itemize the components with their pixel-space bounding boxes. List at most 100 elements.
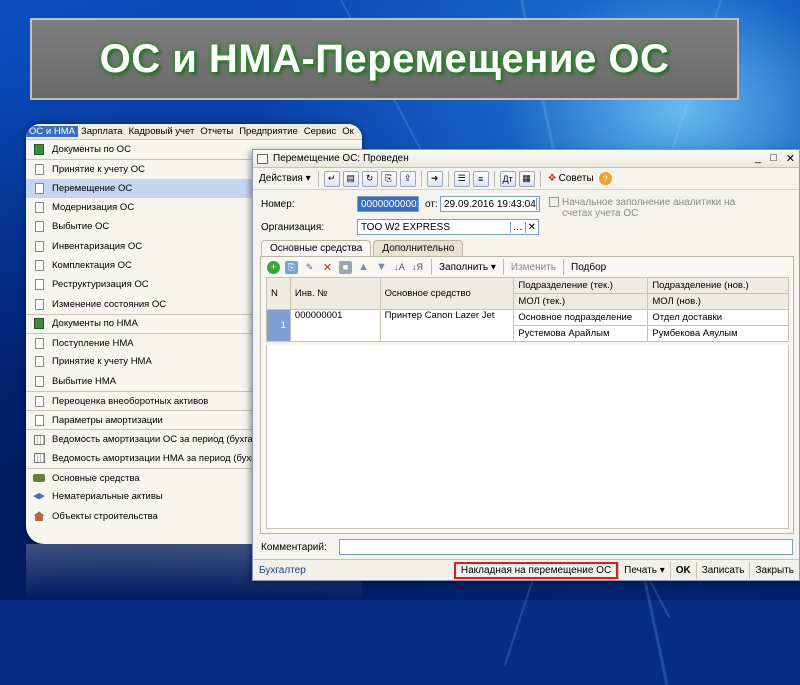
date-field[interactable]: 29.09.2016 19:43:04 <box>440 196 540 212</box>
tips-button[interactable]: ❖ Советы <box>546 171 596 187</box>
comment-field[interactable] <box>339 539 793 555</box>
structure-icon[interactable]: ≡ <box>472 170 489 187</box>
column-header-inv[interactable]: Инв. № <box>289 277 381 310</box>
menu-item-icon-wrap <box>26 144 52 156</box>
document-icon <box>34 163 44 175</box>
select-ellipsis-icon[interactable]: … <box>509 221 525 233</box>
document-icon <box>34 221 44 233</box>
menu-item-label: Принятие к учету ОС <box>52 163 145 175</box>
dialog-bottom-bar: Бухгалтер Накладная на перемещение ОС Пе… <box>253 559 799 580</box>
list-icon[interactable]: ☰ <box>453 170 470 187</box>
menu-item-icon-wrap <box>26 163 52 175</box>
dept-current-cell[interactable]: Основное подразделение <box>513 309 649 326</box>
tab-fixed-assets[interactable]: Основные средства <box>261 240 372 256</box>
menu-item-label: Параметры амортизации <box>52 414 163 426</box>
movements-icon[interactable]: Дт <box>499 170 516 187</box>
go-icon[interactable]: ➜ <box>426 170 443 187</box>
column-header-n[interactable]: N <box>266 277 291 310</box>
menu-bar-item-os-nma[interactable]: ОС и НМА <box>26 126 78 137</box>
transfer-invoice-button[interactable]: Накладная на перемещение ОС <box>453 561 619 579</box>
sort-asc-icon[interactable]: ↓A <box>393 261 406 274</box>
document-icon <box>34 182 44 194</box>
menu-item-icon-wrap <box>26 511 52 522</box>
post-icon[interactable]: ▤ <box>342 170 359 187</box>
actions-menu-button[interactable]: Действия ▾ <box>257 171 313 187</box>
ok-button[interactable]: OK <box>669 561 696 579</box>
table-row[interactable]: 1 000000001 Принтер Canon Lazer Jet Осно… <box>266 309 789 342</box>
menu-item-label: Изменение состояния ОС <box>52 298 167 310</box>
menu-bar-item-hr[interactable]: Кадровый учет <box>126 126 198 137</box>
tips-label: Советы <box>558 173 594 184</box>
menu-bar-item-salary[interactable]: Зарплата <box>78 126 126 137</box>
menu-item-icon-wrap <box>26 395 52 407</box>
menu-item-label: Инвентаризация ОС <box>52 240 143 252</box>
menu-bar-item-service[interactable]: Сервис <box>301 126 340 137</box>
document-icon <box>34 375 44 387</box>
mol-new-cell[interactable]: Румбекова Аяулым <box>647 325 789 342</box>
number-field[interactable]: 00000000001 <box>357 196 419 212</box>
analytics-checkbox[interactable] <box>549 197 559 207</box>
refresh-icon[interactable]: ↻ <box>361 170 378 187</box>
menu-item-label: Выбытие НМА <box>52 375 117 387</box>
inventory-number-cell[interactable]: 000000001 <box>289 309 381 342</box>
user-link[interactable]: Бухгалтер <box>253 565 306 576</box>
window-icon <box>257 153 268 164</box>
slide-title-box: ОС и НМА-Перемещение ОС <box>30 18 739 100</box>
based-on-icon[interactable]: ⇪ <box>399 170 416 187</box>
change-button[interactable]: Изменить <box>511 262 556 273</box>
menu-item-label: Модернизация ОС <box>52 202 135 214</box>
menu-bar-item-enterprise[interactable]: Предприятие <box>236 126 301 137</box>
column-header-dept-current[interactable]: Подразделение (тек.) <box>513 277 649 294</box>
maximize-icon[interactable]: □ <box>770 152 777 165</box>
menu-bar-item-reports[interactable]: Отчеты <box>197 126 236 137</box>
dept-new-cell[interactable]: Отдел доставки <box>647 309 789 326</box>
close-icon[interactable]: ✕ <box>786 152 795 165</box>
add-row-icon[interactable]: + <box>267 260 280 274</box>
fill-button[interactable]: Заполнить ▾ <box>439 262 496 273</box>
menu-item-label: Ведомость амортизации НМА за период (бух… <box>52 452 255 464</box>
book-icon <box>34 318 44 330</box>
column-header-dept-new[interactable]: Подразделение (нов.) <box>647 277 789 294</box>
tab-additional[interactable]: Дополнительно <box>373 240 464 256</box>
column-header-mol-new[interactable]: МОЛ (нов.) <box>647 293 789 310</box>
actions-label: Действия <box>259 173 303 184</box>
slide-title: ОС и НМА-Перемещение ОС <box>99 36 670 81</box>
copy-icon[interactable]: ⎘ <box>380 170 397 187</box>
fill-label: Заполнить <box>439 261 489 273</box>
help-icon[interactable]: ? <box>598 172 612 185</box>
menu-bar-item-windows[interactable]: Ок <box>339 126 357 137</box>
move-down-icon[interactable]: ▼ <box>375 261 388 274</box>
menu-item-icon-wrap <box>26 474 52 483</box>
sort-desc-icon[interactable]: ↓Я <box>411 261 424 274</box>
table-toolbar: + ⎘ ✎ ✕ ■ ▲ ▼ ↓A ↓Я Заполнить ▾ Изменить… <box>261 257 793 277</box>
clear-icon[interactable]: ✕ <box>524 221 538 233</box>
menu-item-icon-wrap <box>26 202 52 214</box>
select-button[interactable]: Подбор <box>571 262 606 273</box>
menu-item-icon-wrap <box>26 240 52 252</box>
copy-row-icon[interactable]: ⎘ <box>285 260 298 274</box>
print-button[interactable]: Печать ▾ <box>618 561 670 579</box>
asset-cell[interactable]: Принтер Canon Lazer Jet <box>379 309 515 342</box>
minimize-icon[interactable]: _ <box>755 152 761 165</box>
delete-row-icon[interactable]: ✕ <box>321 261 334 274</box>
report-icon[interactable]: ▦ <box>518 170 535 187</box>
menu-item-icon-wrap <box>26 356 52 368</box>
column-header-mol-current[interactable]: МОЛ (тек.) <box>513 293 649 310</box>
number-label: Номер: <box>261 199 295 210</box>
organization-value: ТОО W2 EXPRESS <box>361 221 451 233</box>
toolbar-separator <box>539 170 541 187</box>
end-edit-icon[interactable]: ■ <box>339 260 352 274</box>
close-button[interactable]: Закрыть <box>749 561 799 579</box>
move-up-icon[interactable]: ▲ <box>357 261 370 274</box>
menu-item-icon-wrap <box>26 259 52 271</box>
edit-row-icon[interactable]: ✎ <box>303 261 316 274</box>
organization-field[interactable]: ТОО W2 EXPRESS … ✕ <box>357 219 539 235</box>
document-icon <box>34 298 44 310</box>
toolbar-separator <box>447 170 449 187</box>
mol-current-cell[interactable]: Рустемова Арайлым <box>513 325 649 342</box>
calendar-icon[interactable] <box>535 198 539 210</box>
column-header-asset[interactable]: Основное средство <box>379 277 515 310</box>
save-button[interactable]: Записать <box>695 561 750 579</box>
menu-item-label: Объекты строительства <box>52 510 158 522</box>
post-close-icon[interactable]: ↵ <box>323 170 340 187</box>
